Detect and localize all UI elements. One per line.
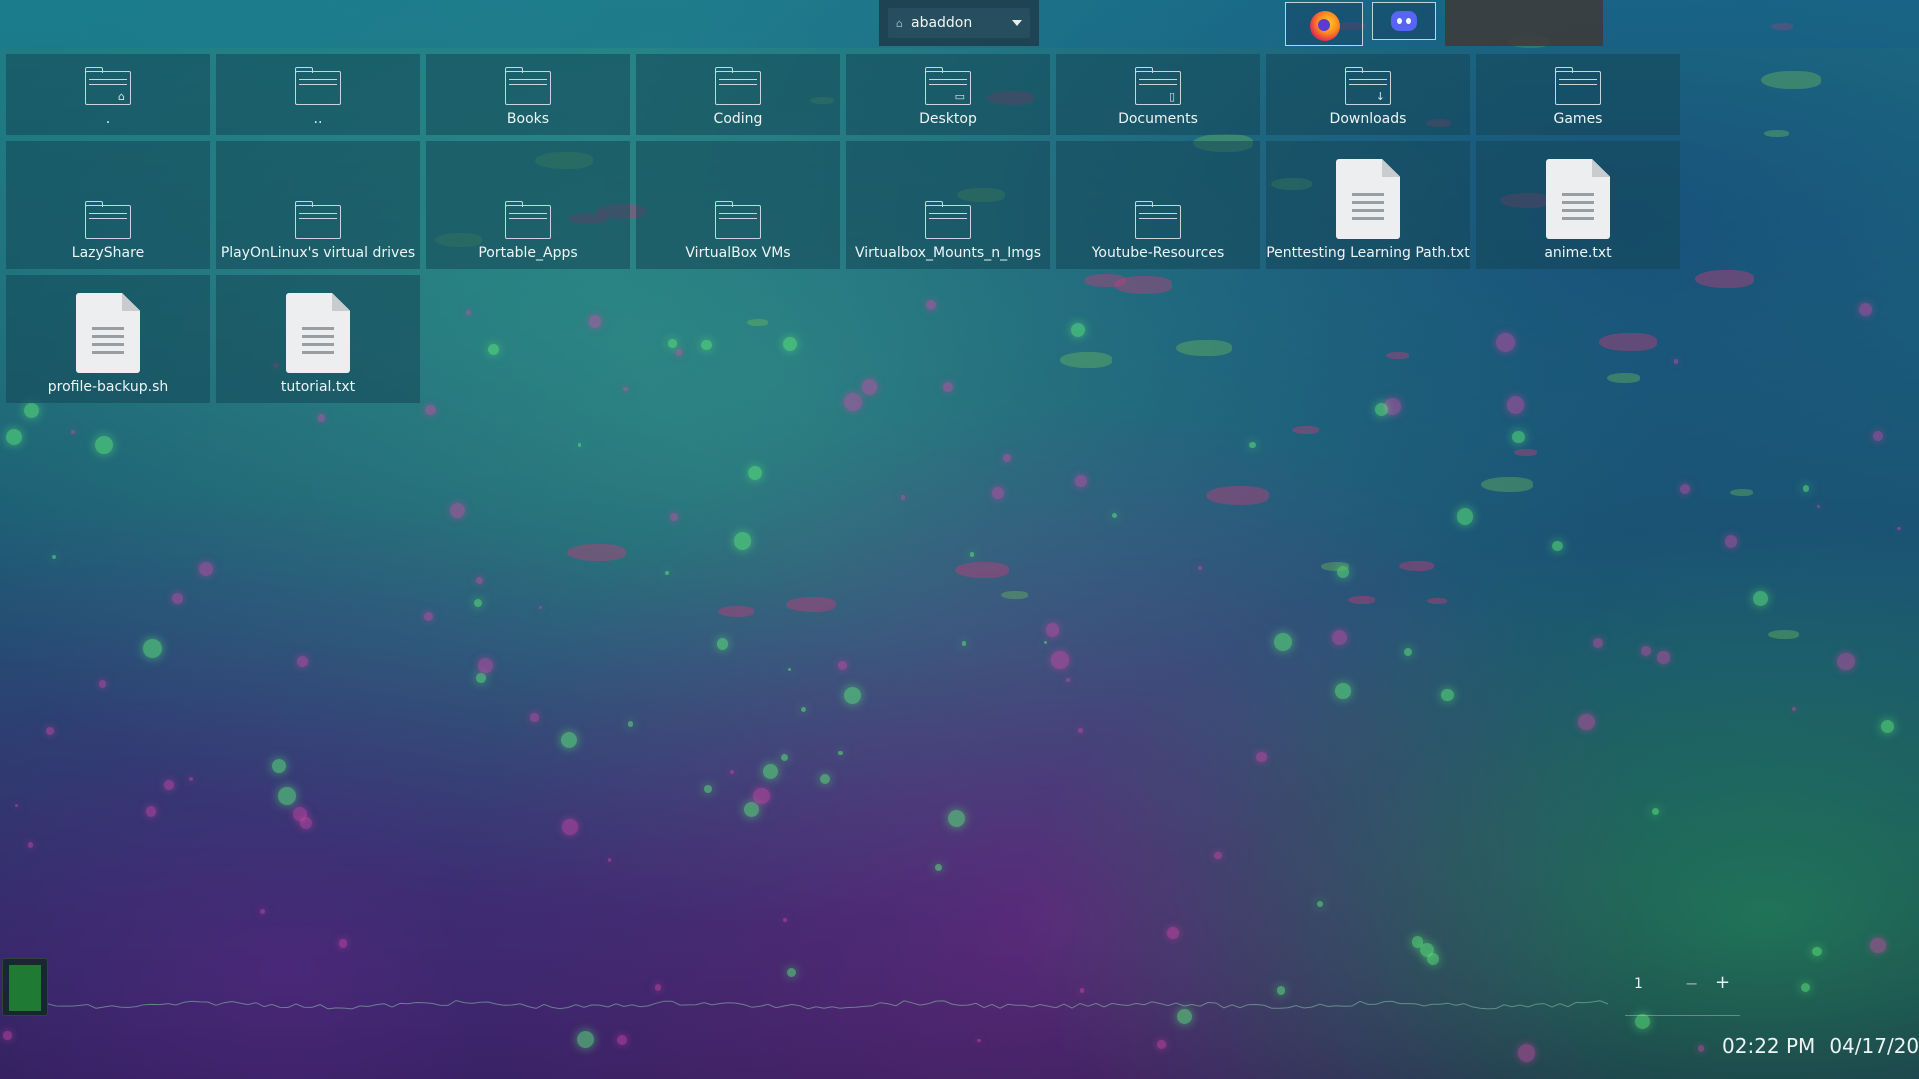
desktop-folder[interactable]: ⌂.: [6, 54, 210, 135]
item-label: PlayOnLinux's virtual drives: [220, 245, 416, 261]
workspace-select-value: abaddon: [910, 15, 973, 31]
folder-icon: ▭: [925, 67, 971, 105]
folder-icon: ▯: [1135, 67, 1181, 105]
empty-panel-slot: [1445, 0, 1603, 46]
desktop-folder[interactable]: Portable_Apps: [426, 141, 630, 269]
item-label: profile-backup.sh: [47, 379, 169, 395]
desktop-folder[interactable]: Books: [426, 54, 630, 135]
chevron-down-icon[interactable]: [1012, 20, 1022, 26]
desktop-folder[interactable]: VirtualBox VMs: [636, 141, 840, 269]
item-label: ..: [313, 111, 323, 127]
folder-icon: ⌂: [85, 67, 131, 105]
home-icon: ⌂: [896, 16, 903, 30]
desktop-folder[interactable]: LazyShare: [6, 141, 210, 269]
desktop-folder[interactable]: Coding: [636, 54, 840, 135]
item-label: Documents: [1118, 111, 1198, 127]
item-label: Desktop: [919, 111, 977, 127]
folder-icon: [925, 201, 971, 239]
text-file-icon: [1336, 159, 1400, 239]
folder-icon: [505, 201, 551, 239]
document-emblem-icon: ▯: [1168, 90, 1175, 103]
desktop-file[interactable]: profile-backup.sh: [6, 275, 210, 403]
pager-plus-button[interactable]: +: [1715, 972, 1730, 993]
item-label: LazyShare: [71, 245, 145, 261]
home-emblem-icon: ⌂: [118, 90, 125, 103]
desktop-pager: 1 − +: [1625, 960, 1740, 1016]
pager-minus-button[interactable]: −: [1685, 974, 1698, 993]
item-label: Penttesting Learning Path.txt: [1266, 245, 1470, 261]
folder-icon: [295, 201, 341, 239]
folder-icon: [1555, 67, 1601, 105]
folder-icon: [85, 201, 131, 239]
desktop-folder[interactable]: ..: [216, 54, 420, 135]
desktop-file[interactable]: anime.txt: [1476, 141, 1680, 269]
desktop-folder[interactable]: Youtube-Resources: [1056, 141, 1260, 269]
desktop-file[interactable]: tutorial.txt: [216, 275, 420, 403]
clock: 02:22 PM 04/17/20: [1722, 1034, 1919, 1058]
audio-visualizer-line: [48, 999, 1608, 1010]
item-label: Books: [506, 111, 550, 127]
workspace-indicator-fill: [9, 965, 41, 1011]
top-panel: ⌂ abaddon: [0, 0, 1919, 48]
item-label: tutorial.txt: [280, 379, 356, 395]
desktop-folder[interactable]: ↓ Downloads: [1266, 54, 1470, 135]
item-label: Coding: [713, 111, 763, 127]
text-file-icon: [286, 293, 350, 373]
folder-icon: [505, 67, 551, 105]
desktop-emblem-icon: ▭: [954, 90, 965, 103]
desktop-file[interactable]: Penttesting Learning Path.txt: [1266, 141, 1470, 269]
desktop-folder[interactable]: Games: [1476, 54, 1680, 135]
folder-icon: [715, 201, 761, 239]
firefox-icon: [1310, 11, 1340, 41]
desktop-icon-grid: ⌂... Books Coding ▭ Desktop ▯ Documents ↓ Downlo…: [6, 54, 1682, 403]
desktop-folder[interactable]: ▯ Documents: [1056, 54, 1260, 135]
item-label: anime.txt: [1544, 245, 1612, 261]
workspace-indicator[interactable]: [2, 958, 48, 1016]
item-label: Games: [1553, 111, 1603, 127]
item-label: Downloads: [1329, 111, 1407, 127]
workspace-switcher: ⌂ abaddon: [879, 0, 1039, 46]
folder-icon: [295, 67, 341, 105]
folder-icon: [715, 67, 761, 105]
discord-icon: [1391, 11, 1417, 31]
folder-icon: ↓: [1345, 67, 1391, 105]
item-label: Virtualbox_Mounts_n_Imgs: [854, 245, 1042, 261]
desktop-folder[interactable]: PlayOnLinux's virtual drives: [216, 141, 420, 269]
pager-page-number: 1: [1634, 976, 1643, 992]
folder-icon: [1135, 201, 1181, 239]
item-label: VirtualBox VMs: [685, 245, 791, 261]
clock-date: 04/17/20: [1829, 1034, 1919, 1058]
item-label: Youtube-Resources: [1091, 245, 1225, 261]
item-label: .: [105, 111, 111, 127]
download-emblem-icon: ↓: [1375, 90, 1385, 103]
item-label: Portable_Apps: [478, 245, 578, 261]
desktop-folder[interactable]: ▭ Desktop: [846, 54, 1050, 135]
taskbar-discord-button[interactable]: [1372, 2, 1436, 40]
text-file-icon: [1546, 159, 1610, 239]
text-file-icon: [76, 293, 140, 373]
desktop-folder[interactable]: Virtualbox_Mounts_n_Imgs: [846, 141, 1050, 269]
taskbar-firefox-button[interactable]: [1285, 2, 1363, 46]
clock-time: 02:22 PM: [1722, 1034, 1816, 1058]
workspace-select[interactable]: ⌂ abaddon: [888, 8, 1030, 38]
